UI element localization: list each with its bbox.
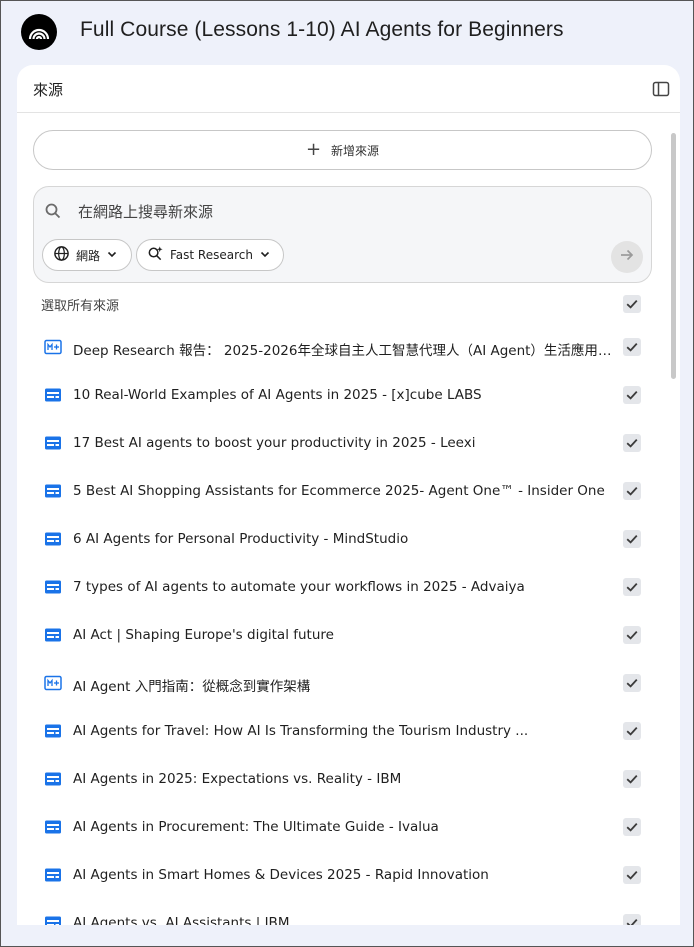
source-item[interactable]: AI Agents vs. AI Assistants | IBM xyxy=(17,901,680,925)
source-item[interactable]: AI Agents in Procurement: The Ultimate G… xyxy=(17,805,680,853)
source-item[interactable]: 7 types of AI agents to automate your wo… xyxy=(17,565,680,613)
source-title: 17 Best AI agents to boost your producti… xyxy=(73,435,476,451)
source-checkbox[interactable] xyxy=(623,338,641,356)
panel-toggle-icon[interactable] xyxy=(652,80,670,98)
source-checkbox[interactable] xyxy=(623,914,641,925)
source-type-dropdown[interactable]: 網路 xyxy=(42,239,132,271)
research-mode-dropdown[interactable]: Fast Research xyxy=(136,239,284,271)
source-checkbox[interactable] xyxy=(623,434,641,452)
source-checkbox[interactable] xyxy=(623,674,641,692)
source-item[interactable]: AI Agent 入門指南：從概念到實作架構 xyxy=(17,661,680,709)
web-page-icon xyxy=(44,723,62,739)
source-title: AI Agents in 2025: Expectations vs. Real… xyxy=(73,771,402,787)
source-title: Deep Research 報告： 2025-2026年全球自主人工智慧代理人（… xyxy=(73,343,613,359)
source-item[interactable]: AI Act | Shaping Europe's digital future xyxy=(17,613,680,661)
add-source-button[interactable]: + 新增來源 xyxy=(33,130,652,170)
search-submit-button[interactable] xyxy=(611,241,643,273)
web-page-icon xyxy=(44,435,62,451)
source-title: AI Agents for Travel: How AI Is Transfor… xyxy=(73,723,529,739)
arrow-right-icon xyxy=(619,247,635,268)
source-item[interactable]: 5 Best AI Shopping Assistants for Ecomme… xyxy=(17,469,680,517)
notebook-title[interactable]: Full Course (Lessons 1-10) AI Agents for… xyxy=(80,18,564,42)
source-checkbox[interactable] xyxy=(623,530,641,548)
add-source-label: 新增來源 xyxy=(331,143,380,158)
markdown-icon xyxy=(44,675,62,691)
source-item[interactable]: 17 Best AI agents to boost your producti… xyxy=(17,421,680,469)
search-icon xyxy=(44,202,62,224)
select-all-label: 選取所有來源 xyxy=(41,299,120,314)
source-checkbox[interactable] xyxy=(623,482,641,500)
source-title: 6 AI Agents for Personal Productivity - … xyxy=(73,531,409,547)
web-page-icon xyxy=(44,483,62,499)
web-page-icon xyxy=(44,387,62,403)
source-checkbox[interactable] xyxy=(623,578,641,596)
plus-icon: + xyxy=(305,139,322,160)
source-checkbox[interactable] xyxy=(623,626,641,644)
select-all-checkbox[interactable] xyxy=(623,295,641,313)
source-title: AI Agents in Smart Homes & Devices 2025 … xyxy=(73,867,489,883)
source-title: 10 Real-World Examples of AI Agents in 2… xyxy=(73,387,482,403)
chevron-down-icon xyxy=(106,248,118,263)
web-page-icon xyxy=(44,819,62,835)
web-page-icon xyxy=(44,579,62,595)
source-title: AI Act | Shaping Europe's digital future xyxy=(73,627,334,643)
source-title: AI Agents in Procurement: The Ultimate G… xyxy=(73,819,439,835)
source-item[interactable]: AI Agents for Travel: How AI Is Transfor… xyxy=(17,709,680,757)
web-page-icon xyxy=(44,771,62,787)
sources-panel-title: 來源 xyxy=(33,81,64,99)
source-item[interactable]: 10 Real-World Examples of AI Agents in 2… xyxy=(17,373,680,421)
source-item[interactable]: AI Agents in 2025: Expectations vs. Real… xyxy=(17,757,680,805)
sources-panel-header: 來源 xyxy=(17,65,680,113)
web-page-icon xyxy=(44,531,62,547)
sources-scrollbar[interactable] xyxy=(671,133,676,379)
source-title: 5 Best AI Shopping Assistants for Ecomme… xyxy=(73,483,605,499)
markdown-icon xyxy=(44,339,62,355)
research-mode-label: Fast Research xyxy=(170,248,253,262)
source-checkbox[interactable] xyxy=(623,770,641,788)
top-bar: Full Course (Lessons 1-10) AI Agents for… xyxy=(0,0,694,64)
source-item[interactable]: 6 AI Agents for Personal Productivity - … xyxy=(17,517,680,565)
web-page-icon xyxy=(44,867,62,883)
globe-icon xyxy=(53,245,70,265)
source-checkbox[interactable] xyxy=(623,866,641,884)
chevron-down-icon xyxy=(259,248,271,263)
source-item[interactable]: Deep Research 報告： 2025-2026年全球自主人工智慧代理人（… xyxy=(17,325,680,373)
notebook-logo-icon[interactable] xyxy=(21,14,57,50)
source-checkbox[interactable] xyxy=(623,722,641,740)
source-checkbox[interactable] xyxy=(623,818,641,836)
web-search-input[interactable] xyxy=(78,200,598,224)
source-type-label: 網路 xyxy=(76,248,101,263)
web-search-box: 網路 Fast Research xyxy=(33,186,652,283)
source-title: AI Agents vs. AI Assistants | IBM xyxy=(73,915,290,925)
web-page-icon xyxy=(44,915,62,925)
source-checkbox[interactable] xyxy=(623,386,641,404)
sources-panel: 來源 + 新增來源 網路 xyxy=(17,65,680,925)
search-sparkle-icon xyxy=(147,245,164,265)
source-title: AI Agent 入門指南：從概念到實作架構 xyxy=(73,679,311,695)
source-title: 7 types of AI agents to automate your wo… xyxy=(73,579,525,595)
source-item[interactable]: AI Agents in Smart Homes & Devices 2025 … xyxy=(17,853,680,901)
web-page-icon xyxy=(44,627,62,643)
